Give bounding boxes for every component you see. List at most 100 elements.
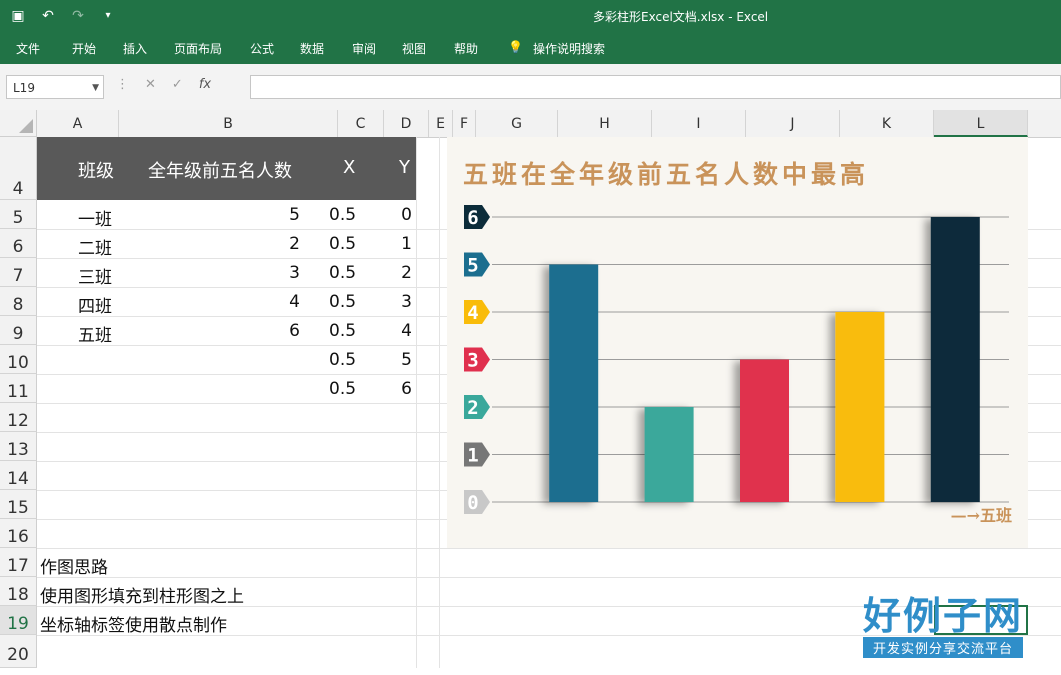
row-header-14[interactable]: 14 <box>0 461 37 490</box>
row-header-7[interactable]: 7 <box>0 258 37 287</box>
note-line[interactable]: 坐标轴标签使用散点制作 <box>40 611 227 636</box>
row-header-18[interactable]: 18 <box>0 577 37 606</box>
header-y[interactable]: Y <box>399 157 410 178</box>
header-count[interactable]: 全年级前五名人数 <box>148 157 292 183</box>
cell-count[interactable]: 2 <box>240 234 300 254</box>
cell-y[interactable]: 0 <box>370 205 412 225</box>
cell-x[interactable]: 0.5 <box>329 234 356 254</box>
row-header-9[interactable]: 9 <box>0 316 37 345</box>
name-box[interactable]: L19 ▼ <box>6 75 104 99</box>
column-header-k[interactable]: K <box>840 110 934 137</box>
lightbulb-icon: 💡 <box>508 40 523 54</box>
title-bar: ▣ ↶ ↷ ▾ 多彩柱形Excel文档.xlsx - Excel <box>0 0 1061 33</box>
select-all-corner[interactable] <box>0 110 37 137</box>
bar <box>835 312 885 502</box>
save-icon[interactable]: ▣ <box>8 6 28 26</box>
gridline <box>439 137 440 668</box>
column-header-a[interactable]: A <box>37 110 119 137</box>
cell-x[interactable]: 0.5 <box>329 292 356 312</box>
formula-buttons: ⋮ ✕ ✓ fx <box>116 77 211 92</box>
cell-x[interactable]: 0.5 <box>329 379 356 399</box>
cell-class[interactable]: 一班 <box>78 205 112 230</box>
cell-x[interactable]: 0.5 <box>329 350 356 370</box>
bar <box>740 359 789 502</box>
tab-data[interactable]: 数据 <box>300 40 324 57</box>
tab-help[interactable]: 帮助 <box>454 40 478 57</box>
cell-x[interactable]: 0.5 <box>329 321 356 341</box>
redo-icon[interactable]: ↷ <box>68 6 88 26</box>
cell-class[interactable]: 五班 <box>78 321 112 346</box>
header-class[interactable]: 班级 <box>78 157 114 183</box>
quick-access-toolbar: ▣ ↶ ↷ ▾ <box>8 6 118 26</box>
cell-y[interactable]: 1 <box>370 234 412 254</box>
cell-class[interactable]: 四班 <box>78 292 112 317</box>
tell-me-search[interactable]: 操作说明搜索 <box>533 40 605 57</box>
row-header-6[interactable]: 6 <box>0 229 37 258</box>
cell-count[interactable]: 6 <box>240 321 300 341</box>
column-header-b[interactable]: B <box>119 110 338 137</box>
y-tick-label: 1 <box>467 445 478 467</box>
name-box-value: L19 <box>13 81 35 95</box>
window-title: 多彩柱形Excel文档.xlsx - Excel <box>593 10 769 24</box>
watermark-tagline: 开发实例分享交流平台 <box>862 637 1023 658</box>
note-title[interactable]: 作图思路 <box>40 553 108 578</box>
tab-file[interactable]: 文件 <box>16 40 40 57</box>
note-line[interactable]: 使用图形填充到柱形图之上 <box>40 582 244 607</box>
row-header-8[interactable]: 8 <box>0 287 37 316</box>
row-header-19[interactable]: 19 <box>0 606 37 635</box>
row-header-15[interactable]: 15 <box>0 490 37 519</box>
bar <box>644 407 694 502</box>
insert-function-icon[interactable]: fx <box>199 77 211 92</box>
column-header-d[interactable]: D <box>384 110 429 137</box>
column-header-h[interactable]: H <box>558 110 652 137</box>
gridline <box>37 577 1061 578</box>
y-tick-label: 3 <box>467 350 478 372</box>
column-header-f[interactable]: F <box>453 110 476 137</box>
row-header-4[interactable]: 4 <box>0 137 37 200</box>
row-header-17[interactable]: 17 <box>0 548 37 577</box>
undo-icon[interactable]: ↶ <box>38 6 58 26</box>
chart-area[interactable]: 五班在全年级前五名人数中最高 0123456 —→五班 <box>447 137 1028 548</box>
row-header-20[interactable]: 20 <box>0 635 37 668</box>
cell-class[interactable]: 二班 <box>78 234 112 259</box>
formula-input[interactable] <box>250 75 1061 99</box>
tab-page-layout[interactable]: 页面布局 <box>174 40 222 57</box>
chevron-down-icon[interactable]: ▼ <box>92 76 99 100</box>
header-x[interactable]: X <box>343 157 355 178</box>
row-header-11[interactable]: 11 <box>0 374 37 403</box>
tab-insert[interactable]: 插入 <box>123 40 147 57</box>
chart-annotation: —→五班 <box>950 506 1012 525</box>
row-header-5[interactable]: 5 <box>0 200 37 229</box>
column-header-j[interactable]: J <box>746 110 840 137</box>
cell-x[interactable]: 0.5 <box>329 205 356 225</box>
tab-review[interactable]: 审阅 <box>352 40 376 57</box>
cell-y[interactable]: 2 <box>370 263 412 283</box>
column-header-i[interactable]: I <box>652 110 746 137</box>
cell-count[interactable]: 4 <box>240 292 300 312</box>
y-tick-label: 4 <box>467 302 478 324</box>
column-header-l[interactable]: L <box>934 110 1028 137</box>
tab-home[interactable]: 开始 <box>72 40 96 57</box>
tab-view[interactable]: 视图 <box>402 40 426 57</box>
cell-class[interactable]: 三班 <box>78 263 112 288</box>
cell-count[interactable]: 5 <box>240 205 300 225</box>
bar <box>930 217 980 502</box>
row-header-16[interactable]: 16 <box>0 519 37 548</box>
customize-toolbar-icon[interactable]: ▾ <box>98 6 118 26</box>
cancel-icon[interactable]: ✕ <box>145 77 156 92</box>
cell-x[interactable]: 0.5 <box>329 263 356 283</box>
enter-icon[interactable]: ✓ <box>172 77 183 92</box>
cell-y[interactable]: 6 <box>370 379 412 399</box>
column-header-e[interactable]: E <box>429 110 453 137</box>
cell-y[interactable]: 3 <box>370 292 412 312</box>
cell-y[interactable]: 5 <box>370 350 412 370</box>
row-header-10[interactable]: 10 <box>0 345 37 374</box>
gridline <box>37 548 1061 549</box>
tab-formulas[interactable]: 公式 <box>250 40 274 57</box>
column-header-c[interactable]: C <box>338 110 384 137</box>
column-header-g[interactable]: G <box>476 110 558 137</box>
cell-count[interactable]: 3 <box>240 263 300 283</box>
row-header-12[interactable]: 12 <box>0 403 37 432</box>
cell-y[interactable]: 4 <box>370 321 412 341</box>
row-header-13[interactable]: 13 <box>0 432 37 461</box>
